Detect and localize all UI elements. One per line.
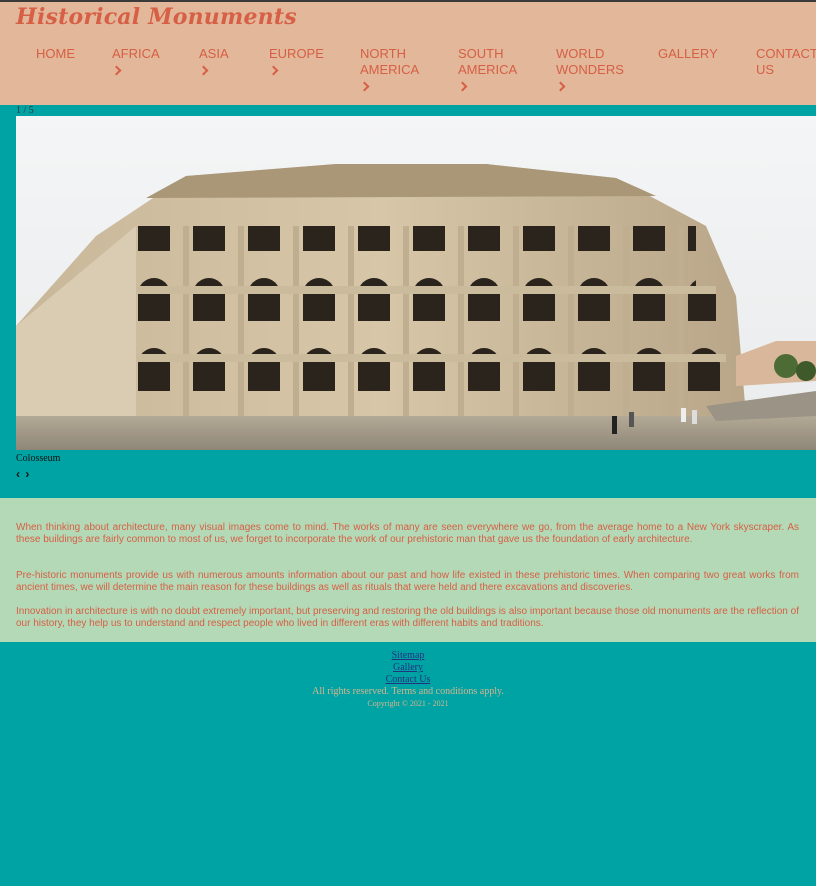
slide-counter: 1 / 5 (16, 105, 34, 116)
footer-copyright: Copyright © 2021 - 2021 (367, 699, 449, 708)
footer-rights: All rights reserved. Terms and condition… (312, 686, 504, 697)
footer-gallery-link[interactable]: Gallery (0, 662, 816, 674)
nav-world-wonders[interactable]: WORLD WONDERS (555, 46, 626, 94)
nav-north-america[interactable]: NORTH AMERICA (359, 46, 430, 94)
chevron-right-icon (555, 81, 566, 92)
intro-paragraph-1: When thinking about architecture, many v… (16, 522, 799, 545)
nav-world-wonders-label: WORLD WONDERS (556, 46, 624, 77)
chevron-right-icon (111, 65, 122, 76)
footer-sitemap-link[interactable]: Sitemap (0, 650, 816, 662)
nav-contact-us-label: CONTACT US (756, 46, 816, 77)
site-header: Historical Monuments HOME AFRICA ASIA EU… (0, 2, 816, 105)
nav-europe[interactable]: EUROPE (268, 46, 339, 78)
chevron-right-icon (457, 81, 468, 92)
site-logo[interactable]: Historical Monuments (16, 4, 297, 30)
nav-africa[interactable]: AFRICA (111, 46, 172, 78)
intro-content: When thinking about architecture, many v… (0, 498, 816, 642)
nav-south-america-label: SOUTH AMERICA (458, 46, 518, 77)
nav-africa-label: AFRICA (112, 46, 160, 61)
nav-home-label: HOME (36, 46, 75, 61)
nav-europe-label: EUROPE (269, 46, 324, 61)
slide-controls: ‹ › (16, 467, 31, 481)
chevron-right-icon (359, 81, 370, 92)
nav-asia-label: ASIA (199, 46, 229, 61)
next-slide-button[interactable]: › (25, 467, 29, 481)
intro-paragraph-2: Pre-historic monuments provide us with n… (16, 570, 799, 593)
colosseum-photo (16, 116, 816, 450)
nav-contact-us[interactable]: CONTACT US (756, 46, 816, 78)
nav-gallery-label: GALLERY (658, 46, 718, 61)
footer-contact-link[interactable]: Contact Us (0, 674, 816, 686)
intro-paragraph-3: Innovation in architecture is with no do… (16, 606, 799, 629)
chevron-right-icon (268, 65, 279, 76)
chevron-right-icon (198, 65, 209, 76)
main-nav: HOME AFRICA ASIA EUROPE NORTH AMERICA SO… (0, 46, 816, 102)
nav-north-america-label: NORTH AMERICA (360, 46, 420, 77)
site-footer: Sitemap Gallery Contact Us All rights re… (0, 650, 816, 710)
slide-caption: Colosseum (16, 453, 61, 464)
nav-south-america[interactable]: SOUTH AMERICA (457, 46, 528, 94)
prev-slide-button[interactable]: ‹ (16, 467, 20, 481)
nav-home[interactable]: HOME (36, 46, 75, 62)
nav-gallery[interactable]: GALLERY (658, 46, 718, 62)
nav-asia[interactable]: ASIA (198, 46, 249, 78)
slide-image (16, 116, 816, 450)
